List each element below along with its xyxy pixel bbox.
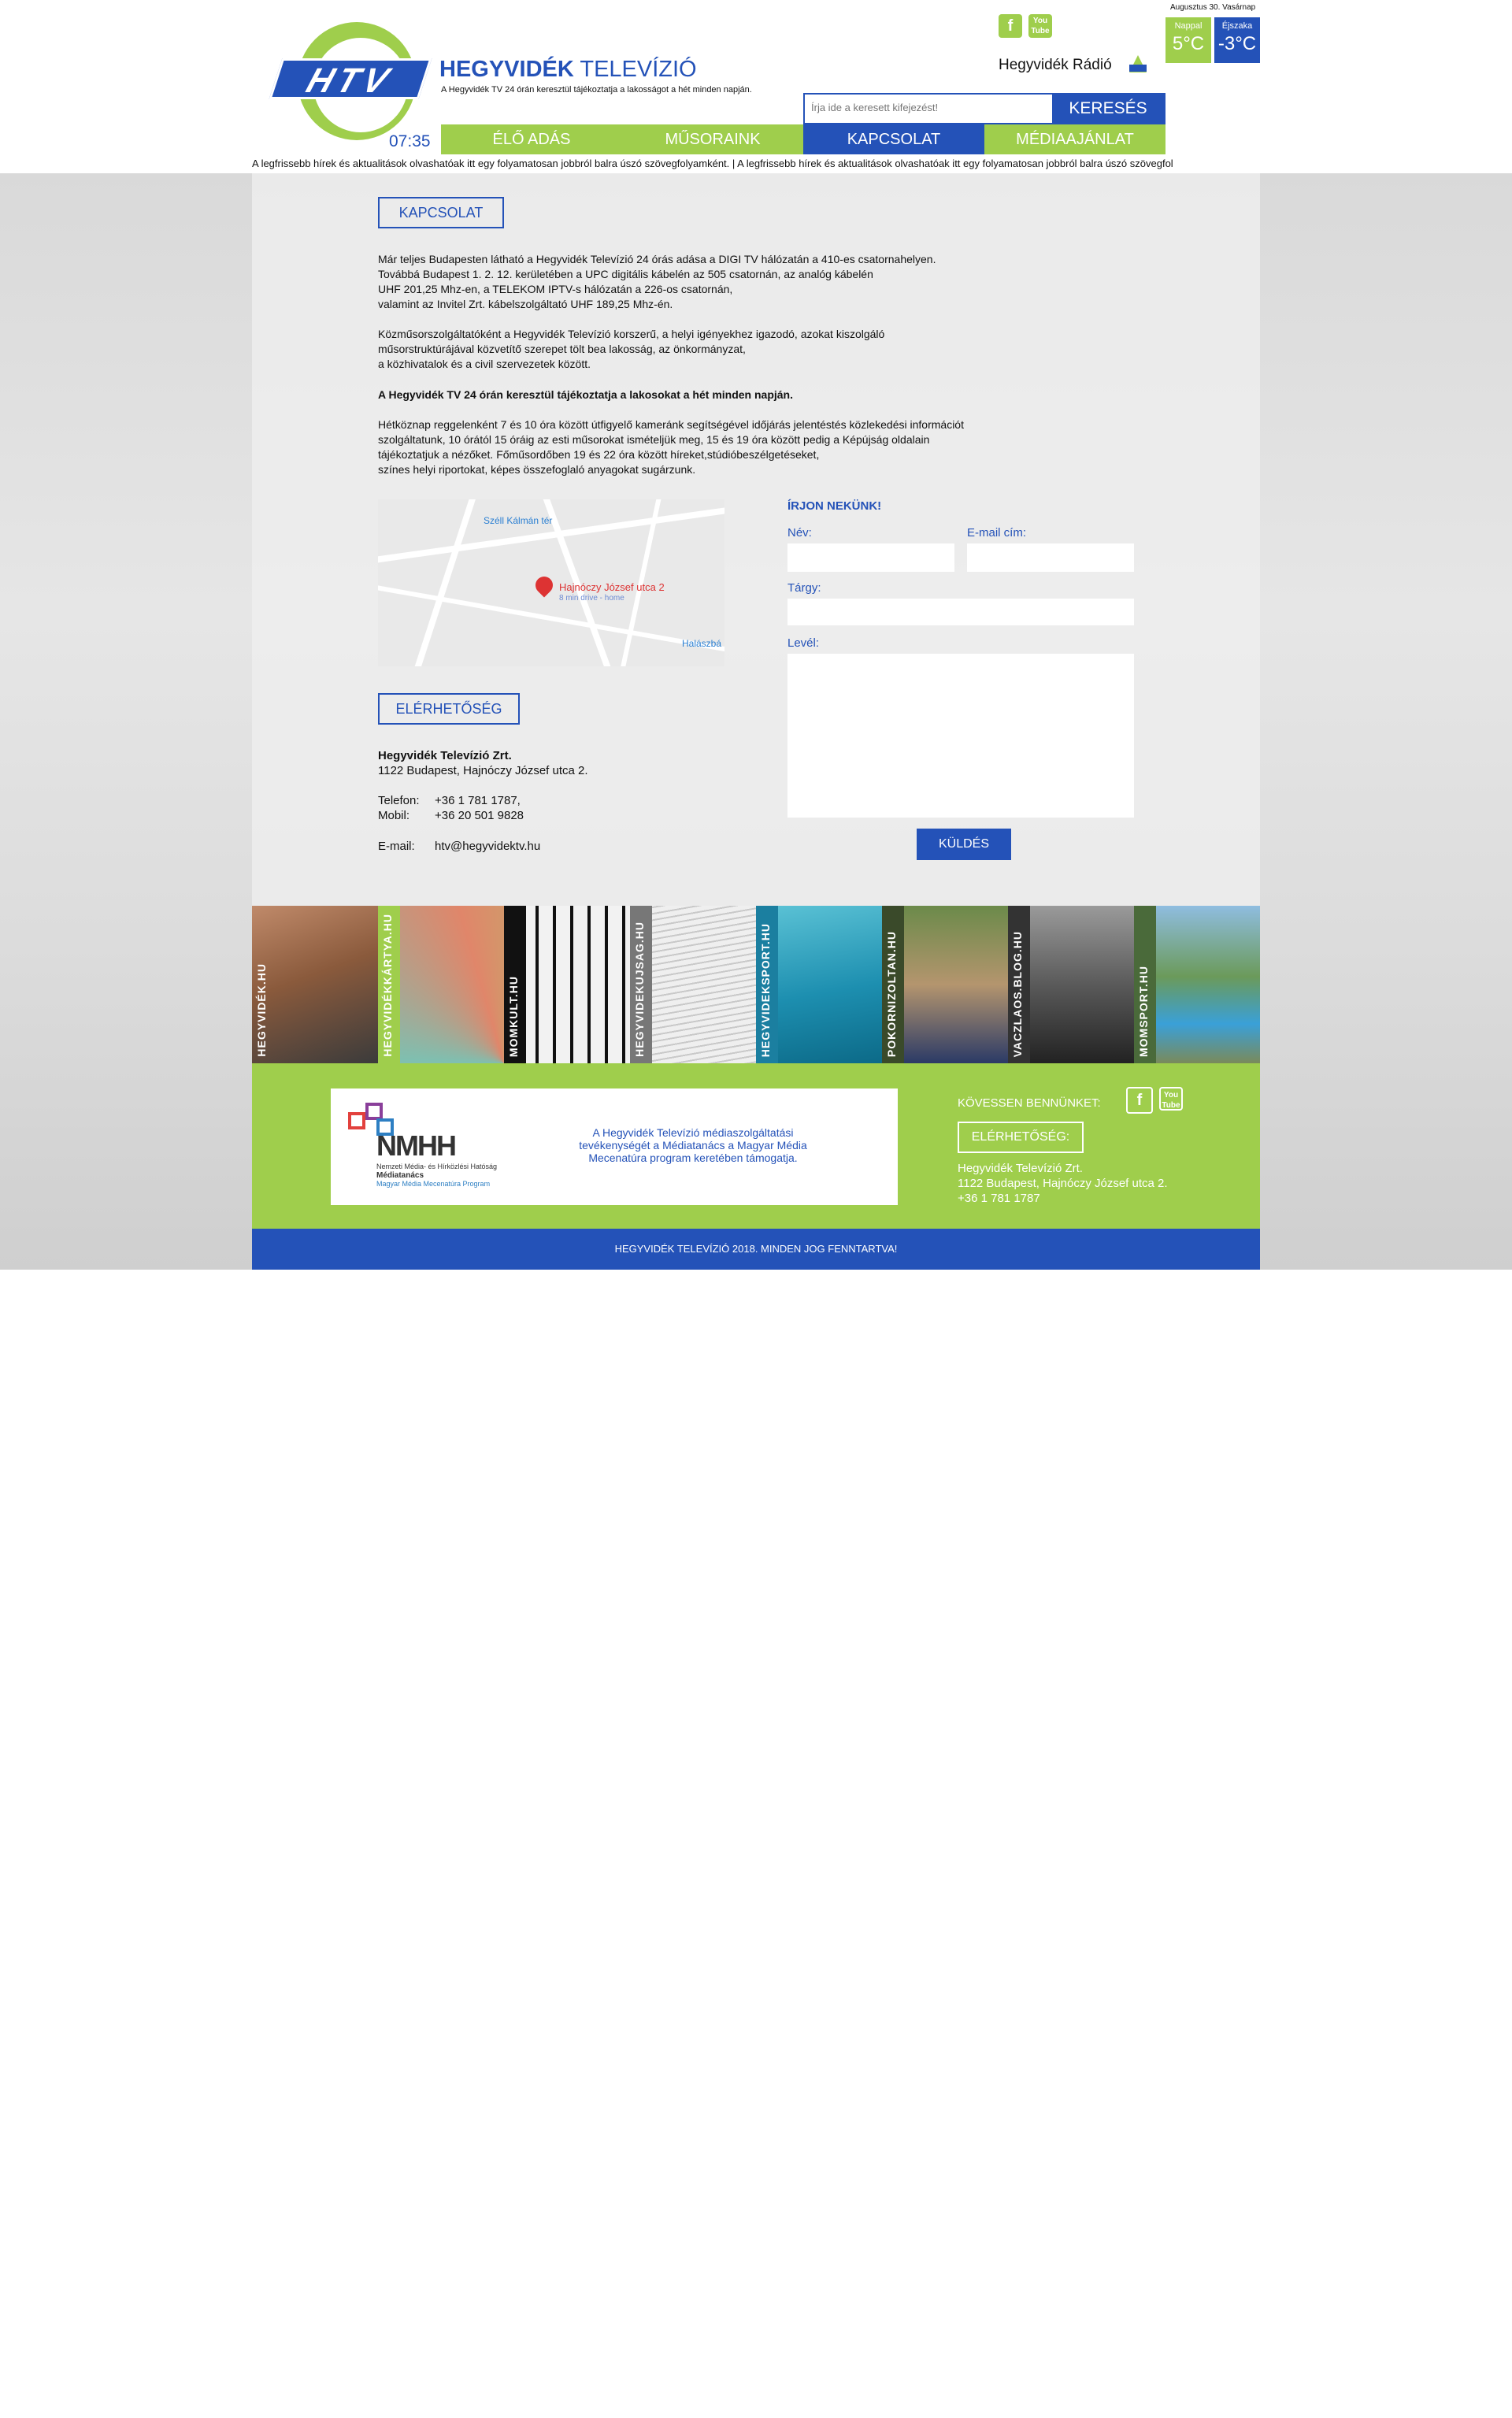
search-input[interactable] bbox=[810, 101, 1049, 114]
radio-logo-icon[interactable] bbox=[1126, 52, 1150, 76]
nav-item-elo-adas[interactable]: ÉLŐ ADÁS bbox=[441, 124, 622, 154]
highlight-paragraph: A Hegyvidék TV 24 órán keresztül tájékoz… bbox=[378, 388, 793, 401]
company-address: 1122 Budapest, Hajnóczy József utca 2. bbox=[378, 764, 588, 777]
tile-momsport[interactable]: MOMSPORT.HU bbox=[1134, 906, 1260, 1063]
nmhh-banner[interactable]: NMHH Nemzeti Média- és Hírközlési Hatósá… bbox=[331, 1088, 898, 1205]
send-button[interactable]: KÜLDÉS bbox=[917, 829, 1011, 860]
email-link[interactable]: htv@hegyvidektv.hu bbox=[435, 840, 540, 853]
nmhh-name: NMHH bbox=[376, 1129, 457, 1162]
phone-value: +36 1 781 1787, bbox=[435, 794, 521, 807]
search-button[interactable]: KERESÉS bbox=[1052, 95, 1164, 123]
weather-night-value: -3°C bbox=[1217, 33, 1257, 54]
tile-hegyvidekkartya[interactable]: HEGYVIDÉKKÁRTYA.HU bbox=[378, 906, 504, 1063]
youtube-icon[interactable]: You Tube bbox=[1028, 14, 1052, 38]
tile-momkult[interactable]: MOMKULT.HU bbox=[504, 906, 630, 1063]
follow-label: KÖVESSEN BENNÜNKET: bbox=[958, 1096, 1101, 1110]
map-drive-time: 8 min drive - home bbox=[559, 594, 624, 603]
mobile-value: +36 20 501 9828 bbox=[435, 809, 524, 822]
map-pin-icon bbox=[532, 573, 557, 598]
nav-item-kapcsolat[interactable]: KAPCSOLAT bbox=[803, 124, 984, 154]
date: Augusztus 30. Vasárnap bbox=[1170, 3, 1256, 12]
brand-title: HEGYVIDÉK TELEVÍZIÓ bbox=[439, 57, 697, 82]
name-field[interactable] bbox=[788, 543, 954, 572]
name-label: Név: bbox=[788, 526, 812, 540]
mobile-label: Mobil: bbox=[378, 809, 410, 822]
nav-item-mediaajanlat[interactable]: MÉDIAAJÁNLAT bbox=[984, 124, 1166, 154]
weather-night: Éjszaka -3°C bbox=[1214, 17, 1260, 63]
clock: 07:35 bbox=[389, 132, 431, 150]
copyright: HEGYVIDÉK TELEVÍZIÓ 2018. MINDEN JOG FEN… bbox=[252, 1229, 1260, 1270]
tagline: A Hegyvidék TV 24 órán keresztül tájékoz… bbox=[441, 85, 752, 95]
phone-label: Telefon: bbox=[378, 794, 420, 807]
facebook-icon[interactable]: f bbox=[1126, 1087, 1153, 1114]
weather-day: Nappal 5°C bbox=[1166, 17, 1211, 63]
kapcsolat-heading: KAPCSOLAT bbox=[378, 197, 504, 228]
tile-hegyvidek[interactable]: HEGYVIDÉK.HU bbox=[252, 906, 378, 1063]
elerhetoseg-heading: ELÉRHETŐSÉG bbox=[378, 693, 520, 725]
message-label: Levél: bbox=[788, 636, 820, 650]
radio-link[interactable]: Hegyvidék Rádió bbox=[999, 57, 1112, 74]
subject-field[interactable] bbox=[788, 599, 1134, 625]
htv-logo[interactable]: HTV bbox=[269, 17, 432, 140]
tile-hegyvideksport[interactable]: HEGYVIDEKSPORT.HU bbox=[756, 906, 882, 1063]
news-ticker: A legfrissebb hírek és aktualitások olva… bbox=[252, 158, 1260, 172]
email-field-label: E-mail cím: bbox=[967, 526, 1026, 540]
schedule-paragraph: Hétköznap reggelenként 7 és 10 óra közöt… bbox=[378, 418, 964, 476]
map-address: Hajnóczy József utca 2 bbox=[559, 581, 665, 593]
form-title: ÍRJON NEKÜNK! bbox=[788, 499, 882, 513]
public-service-paragraph: Közműsorszolgáltatóként a Hegyvidék Tele… bbox=[378, 328, 885, 370]
page: HTV HEGYVIDÉK TELEVÍZIÓ A Hegyvidék TV 2… bbox=[252, 0, 1260, 1270]
partner-tiles: HEGYVIDÉK.HU HEGYVIDÉKKÁRTYA.HU MOMKULT.… bbox=[252, 906, 1260, 1063]
footer-elerhetoseg-button[interactable]: ELÉRHETŐSÉG: bbox=[958, 1122, 1084, 1153]
map-metro-label: Széll Kálmán tér bbox=[484, 515, 553, 526]
tile-vaczlaos[interactable]: VACZLAOS.BLOG.HU bbox=[1008, 906, 1134, 1063]
main-nav: ÉLŐ ADÁS MŰSORAINK KAPCSOLAT MÉDIAAJÁNLA… bbox=[441, 124, 1166, 154]
subject-label: Tárgy: bbox=[788, 581, 821, 595]
message-textarea[interactable] bbox=[788, 654, 1134, 818]
logo-text: HTV bbox=[269, 58, 432, 100]
company-name: Hegyvidék Televízió Zrt. bbox=[378, 749, 512, 762]
weather-day-value: 5°C bbox=[1172, 33, 1205, 54]
location-map[interactable]: Széll Kálmán tér Hajnóczy József utca 2 … bbox=[378, 499, 724, 666]
tile-hegyvidekujsag[interactable]: HEGYVIDEKUJSAG.HU bbox=[630, 906, 756, 1063]
email-label: E-mail: bbox=[378, 840, 415, 853]
intro-paragraph: Már teljes Budapesten látható a Hegyvidé… bbox=[378, 253, 936, 310]
search-box: KERESÉS bbox=[803, 93, 1166, 124]
email-field[interactable] bbox=[967, 543, 1134, 572]
tile-pokornizoltan[interactable]: POKORNIZOLTAN.HU bbox=[882, 906, 1008, 1063]
footer: NMHH Nemzeti Média- és Hírközlési Hatósá… bbox=[252, 1063, 1260, 1229]
header-social: f You Tube bbox=[999, 14, 1058, 38]
footer-address: Hegyvidék Televízió Zrt. 1122 Budapest, … bbox=[958, 1162, 1168, 1205]
facebook-icon[interactable]: f bbox=[999, 14, 1022, 38]
map-edge-label: Halászbá bbox=[682, 638, 722, 649]
youtube-icon[interactable]: You Tube bbox=[1159, 1087, 1183, 1111]
nav-item-musoraink[interactable]: MŰSORAINK bbox=[622, 124, 803, 154]
nmhh-subtitle: Nemzeti Média- és Hírközlési Hatóság Méd… bbox=[376, 1163, 498, 1188]
footer-social: f You Tube bbox=[1126, 1087, 1189, 1114]
nmhh-text: A Hegyvidék Televízió médiaszolgáltatási… bbox=[579, 1126, 807, 1164]
